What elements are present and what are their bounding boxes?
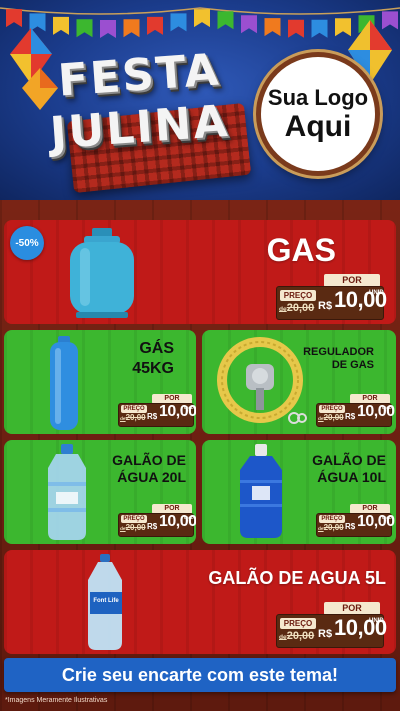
bunting-flag (76, 19, 93, 38)
product-name-line-2: 45KG (132, 360, 174, 377)
product-card-gas[interactable]: -50% GAS POR PREÇO de20,00 R$ 10,00 UNID (4, 220, 396, 324)
old-price: de20,00 (279, 302, 314, 314)
currency: R$ (147, 522, 158, 531)
price-tag: POR PREÇO de20,00 R$ 10,00 UNID (118, 394, 196, 427)
preco-label: PREÇO (319, 405, 345, 413)
festa-junina-header: FESTA JULINA Sua Logo Aqui (0, 0, 400, 200)
logo-placeholder[interactable]: Sua Logo Aqui (256, 52, 380, 176)
old-price-value: 20,00 (125, 523, 146, 532)
unit-label: UNID (184, 515, 194, 520)
unit-label: UNID (184, 405, 194, 410)
tall-gas-cylinder-icon (50, 336, 78, 430)
old-price: de20,00 (318, 523, 344, 532)
old-price-value: 20,00 (323, 523, 344, 532)
bunting-flag (241, 15, 257, 34)
product-card-galao-5l[interactable]: Font Life GALÃO DE AGUA 5L POR PREÇO de2… (4, 550, 396, 654)
logo-text-line-2: Aqui (284, 110, 352, 143)
old-price-prefix: de (279, 634, 287, 641)
bunting-flag (217, 11, 234, 30)
price-tag: POR PREÇO de20,00 R$ 10,00 UNID (276, 274, 387, 320)
product-name-line-1: GALÃO DE (312, 452, 386, 468)
water-jug-20l-icon (48, 444, 86, 540)
old-price: de20,00 (279, 630, 314, 642)
bunting-flag (170, 13, 187, 32)
old-price-prefix: de (279, 306, 287, 313)
product-name-line-1: REGULADOR (303, 346, 374, 358)
product-name-line-1: GÁS (139, 340, 174, 357)
old-price: de20,00 (318, 413, 344, 422)
product-board: -50% GAS POR PREÇO de20,00 R$ 10,00 UNID… (0, 200, 400, 711)
product-name: GALÃO DE AGUA 5L (208, 568, 386, 588)
preco-label: PREÇO (319, 515, 345, 523)
bunting-flag (53, 16, 69, 35)
bunting-flag (311, 19, 328, 38)
preco-label: PREÇO (121, 515, 147, 523)
old-price: de20,00 (120, 523, 146, 532)
price-tag: POR PREÇO de20,00 R$ 10,00 UNID (118, 504, 196, 537)
bunting-flag (288, 19, 304, 38)
bunting-flag (264, 18, 281, 37)
currency: R$ (318, 628, 333, 640)
unit-label: UNID (382, 515, 392, 520)
product-card-regulador[interactable]: REGULADOR DE GAS POR PREÇO de20,00 R$ 10… (202, 330, 396, 434)
preco-label: PREÇO (280, 290, 316, 301)
product-name-line-2: ÁGUA 10L (317, 469, 386, 485)
bunting-flag (147, 16, 163, 35)
bunting-flag (123, 19, 140, 38)
preco-label: PREÇO (121, 405, 147, 413)
bunting-flag (194, 9, 210, 28)
preco-label: PREÇO (280, 618, 316, 629)
disclaimer: *Imagens Meramente Ilustrativas (5, 697, 108, 704)
bunting-flag (6, 9, 22, 28)
currency: R$ (345, 412, 356, 421)
logo-text-line-1: Sua Logo (267, 85, 369, 110)
product-name-line-2: ÁGUA 20L (117, 469, 186, 485)
product-name: GAS (266, 232, 336, 268)
bunting-flag (100, 20, 116, 38)
old-price-value: 20,00 (125, 413, 146, 422)
currency: R$ (345, 522, 356, 531)
unit-label: UNID (369, 290, 384, 296)
currency: R$ (318, 300, 333, 312)
old-price: de20,00 (120, 413, 146, 422)
cta-banner[interactable]: Crie seu encarte com este tema! (4, 658, 396, 692)
festa-junina-title: FESTA JULINA (48, 44, 252, 194)
old-price-value: 20,00 (286, 302, 315, 314)
product-card-galao-10l[interactable]: GALÃO DE ÁGUA 10L POR PREÇO de20,00 R$ 1… (202, 440, 396, 544)
water-bottle-5l-icon: Font Life (88, 554, 122, 650)
gas-cylinder-icon (70, 228, 134, 318)
price-tag: POR PREÇO de20,00 R$ 10,00 UNID (316, 504, 395, 537)
discount-badge: -50% (10, 226, 44, 260)
unit-label: UNID (382, 405, 392, 410)
price-tag: POR PREÇO de20,00 R$ 10,00 UNID (276, 602, 387, 648)
currency: R$ (147, 412, 158, 421)
product-name-line-2: DE GAS (331, 359, 374, 371)
unit-label: UNID (369, 618, 384, 624)
bottle-brand: Font Life (93, 598, 119, 604)
price-tag: POR PREÇO de20,00 R$ 10,00 UNID (316, 394, 395, 427)
product-name-line-1: GALÃO DE (112, 452, 186, 468)
product-card-galao-20l[interactable]: GALÃO DE ÁGUA 20L POR PREÇO de20,00 R$ 1… (4, 440, 196, 544)
gas-regulator-icon (217, 337, 307, 424)
old-price-value: 20,00 (286, 630, 315, 642)
old-price-value: 20,00 (323, 413, 344, 422)
water-jug-10l-icon (240, 444, 282, 538)
bunting-flags-icon (0, 7, 400, 38)
product-card-gas-45kg[interactable]: GÁS 45KG POR PREÇO de20,00 R$ 10,00 UNID (4, 330, 196, 434)
